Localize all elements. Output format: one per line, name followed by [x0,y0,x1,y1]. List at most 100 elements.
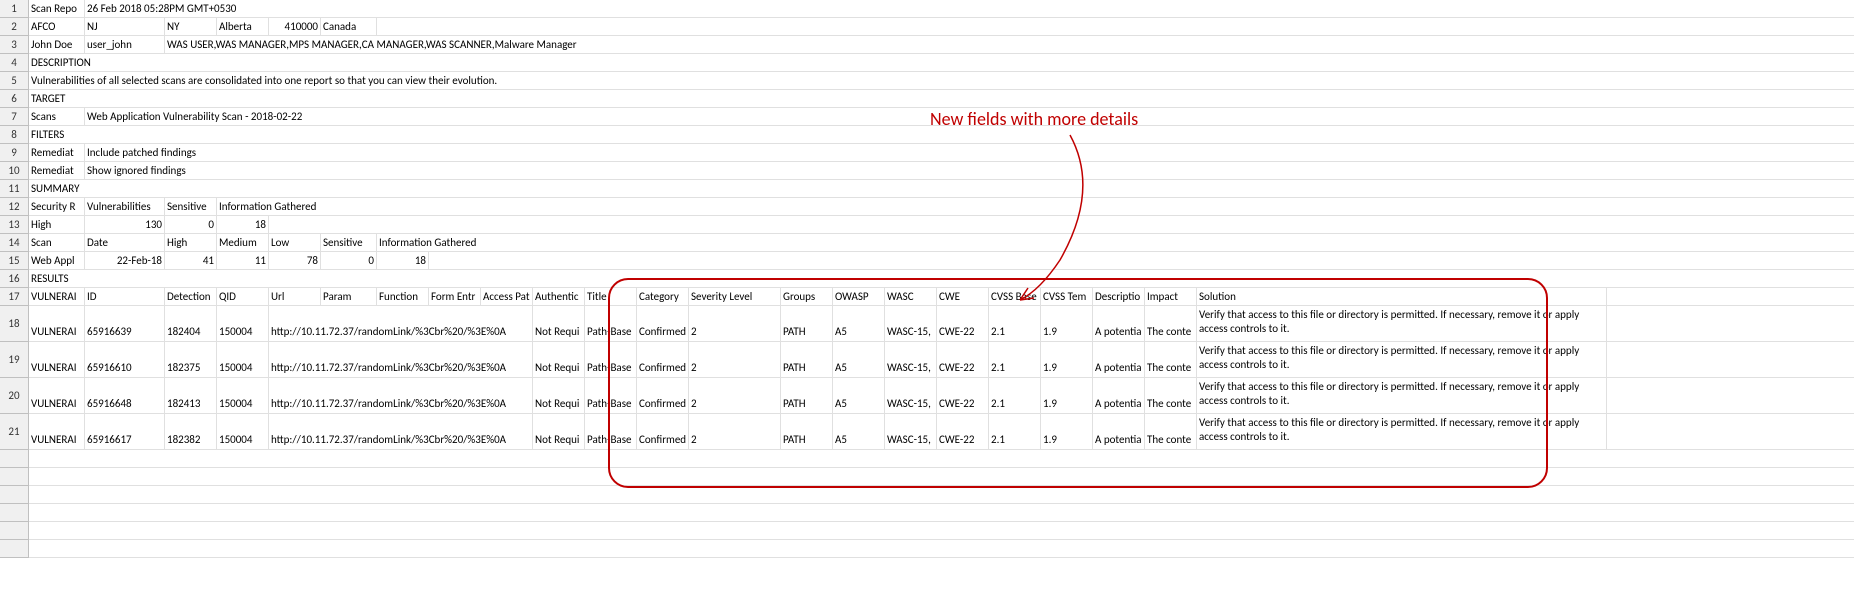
cell[interactable]: http://10.11.72.37/randomLink/%3Cbr%20/%… [269,306,533,341]
cell[interactable]: A5 [833,378,885,413]
cell[interactable]: VULNERAI [29,288,85,305]
cell[interactable]: Date [85,234,165,251]
row-header[interactable]: 2 [0,18,28,36]
cell[interactable]: 150004 [217,414,269,449]
cell[interactable]: 65916639 [85,306,165,341]
cell[interactable]: Form Entr [429,288,481,305]
cell[interactable]: Path-Base [585,414,637,449]
cell[interactable]: A potentia [1093,378,1145,413]
cell[interactable]: 18 [377,252,429,269]
cell[interactable]: PATH [781,342,833,377]
cell[interactable]: CWE-22 [937,342,989,377]
cell[interactable]: Canada [321,18,377,35]
cell[interactable]: 1.9 [1041,414,1093,449]
cell[interactable]: 2.1 [989,378,1041,413]
cell[interactable]: A5 [833,306,885,341]
row-header[interactable]: 19 [0,342,28,378]
cell[interactable]: 130 [85,216,165,233]
cell[interactable]: 150004 [217,306,269,341]
cell[interactable]: Include patched findings [85,144,485,161]
cell[interactable]: 182404 [165,306,217,341]
cell[interactable]: NY [165,18,217,35]
cell[interactable]: VULNERAI [29,342,85,377]
cell[interactable]: Solution [1197,288,1607,305]
row-header[interactable]: 5 [0,72,28,90]
row-header[interactable]: 8 [0,126,28,144]
cell[interactable]: FILTERS [29,126,829,143]
cell[interactable]: Web Application Vulnerability Scan - 201… [85,108,585,125]
cell[interactable]: Sensitive [321,234,377,251]
cell[interactable]: High [165,234,217,251]
cell[interactable]: Alberta [217,18,269,35]
cell[interactable]: Vulnerabilities of all selected scans ar… [29,72,829,89]
cell[interactable]: Not Requi [533,342,585,377]
cell[interactable]: Url [269,288,321,305]
cell[interactable]: A potentia [1093,342,1145,377]
cell[interactable]: http://10.11.72.37/randomLink/%3Cbr%20/%… [269,414,533,449]
cell[interactable]: Vulnerabilities [85,198,165,215]
cell[interactable]: Descriptio [1093,288,1145,305]
cell[interactable]: CWE-22 [937,414,989,449]
cell[interactable]: Category [637,288,689,305]
cell[interactable]: 182413 [165,378,217,413]
cell[interactable]: A potentia [1093,414,1145,449]
cell[interactable]: CWE [937,288,989,305]
cell[interactable]: A5 [833,342,885,377]
cell[interactable]: Function [377,288,429,305]
row-header[interactable]: 6 [0,90,28,108]
cell[interactable]: A5 [833,414,885,449]
row-header[interactable] [0,450,28,468]
cell[interactable]: 18 [217,216,269,233]
row-header[interactable]: 4 [0,54,28,72]
cell[interactable]: http://10.11.72.37/randomLink/%3Cbr%20/%… [269,378,533,413]
cell[interactable]: CWE-22 [937,378,989,413]
cell[interactable]: Groups [781,288,833,305]
cell[interactable]: VULNERAI [29,414,85,449]
cell[interactable]: AFCO [29,18,85,35]
cell[interactable]: High [29,216,85,233]
cell[interactable]: TARGET [29,90,829,107]
cell[interactable]: 0 [165,216,217,233]
cell[interactable]: CVSS Base [989,288,1041,305]
row-header[interactable]: 7 [0,108,28,126]
cell[interactable]: 2.1 [989,342,1041,377]
cell[interactable]: http://10.11.72.37/randomLink/%3Cbr%20/%… [269,342,533,377]
cell[interactable]: A potentia [1093,306,1145,341]
cell[interactable]: 65916610 [85,342,165,377]
row-header[interactable]: 11 [0,180,28,198]
row-header[interactable]: 16 [0,270,28,288]
cell[interactable]: 182382 [165,414,217,449]
cell[interactable]: The conte [1145,306,1197,341]
cell[interactable]: CWE-22 [937,306,989,341]
cell[interactable]: RESULTS [29,270,829,287]
cell[interactable]: ID [85,288,165,305]
row-header[interactable]: 15 [0,252,28,270]
cell[interactable]: DESCRIPTION [29,54,829,71]
cell[interactable]: 65916648 [85,378,165,413]
cell[interactable]: Medium [217,234,269,251]
cell[interactable]: Not Requi [533,414,585,449]
cell[interactable]: 2 [689,306,781,341]
row-header[interactable]: 13 [0,216,28,234]
cell[interactable]: 410000 [269,18,321,35]
row-header[interactable]: 10 [0,162,28,180]
row-header[interactable] [0,504,28,522]
cell[interactable]: Path-Base [585,378,637,413]
row-header[interactable]: 1 [0,0,28,18]
cell[interactable]: Scan [29,234,85,251]
cell[interactable]: Access Pat [481,288,533,305]
cell[interactable]: 2.1 [989,414,1041,449]
cell[interactable]: Show ignored findings [85,162,485,179]
row-header[interactable] [0,522,28,540]
cell[interactable]: Sensitive [165,198,217,215]
cell[interactable]: CVSS Tem [1041,288,1093,305]
cell[interactable]: 0 [321,252,377,269]
cell[interactable]: 1.9 [1041,306,1093,341]
row-header[interactable]: 20 [0,378,28,414]
cell[interactable]: 150004 [217,342,269,377]
cell[interactable]: The conte [1145,378,1197,413]
cell[interactable]: Verify that access to this file or direc… [1197,414,1607,449]
cell[interactable]: 2 [689,378,781,413]
cell[interactable]: John Doe [29,36,85,53]
cell[interactable]: Severity Level [689,288,781,305]
